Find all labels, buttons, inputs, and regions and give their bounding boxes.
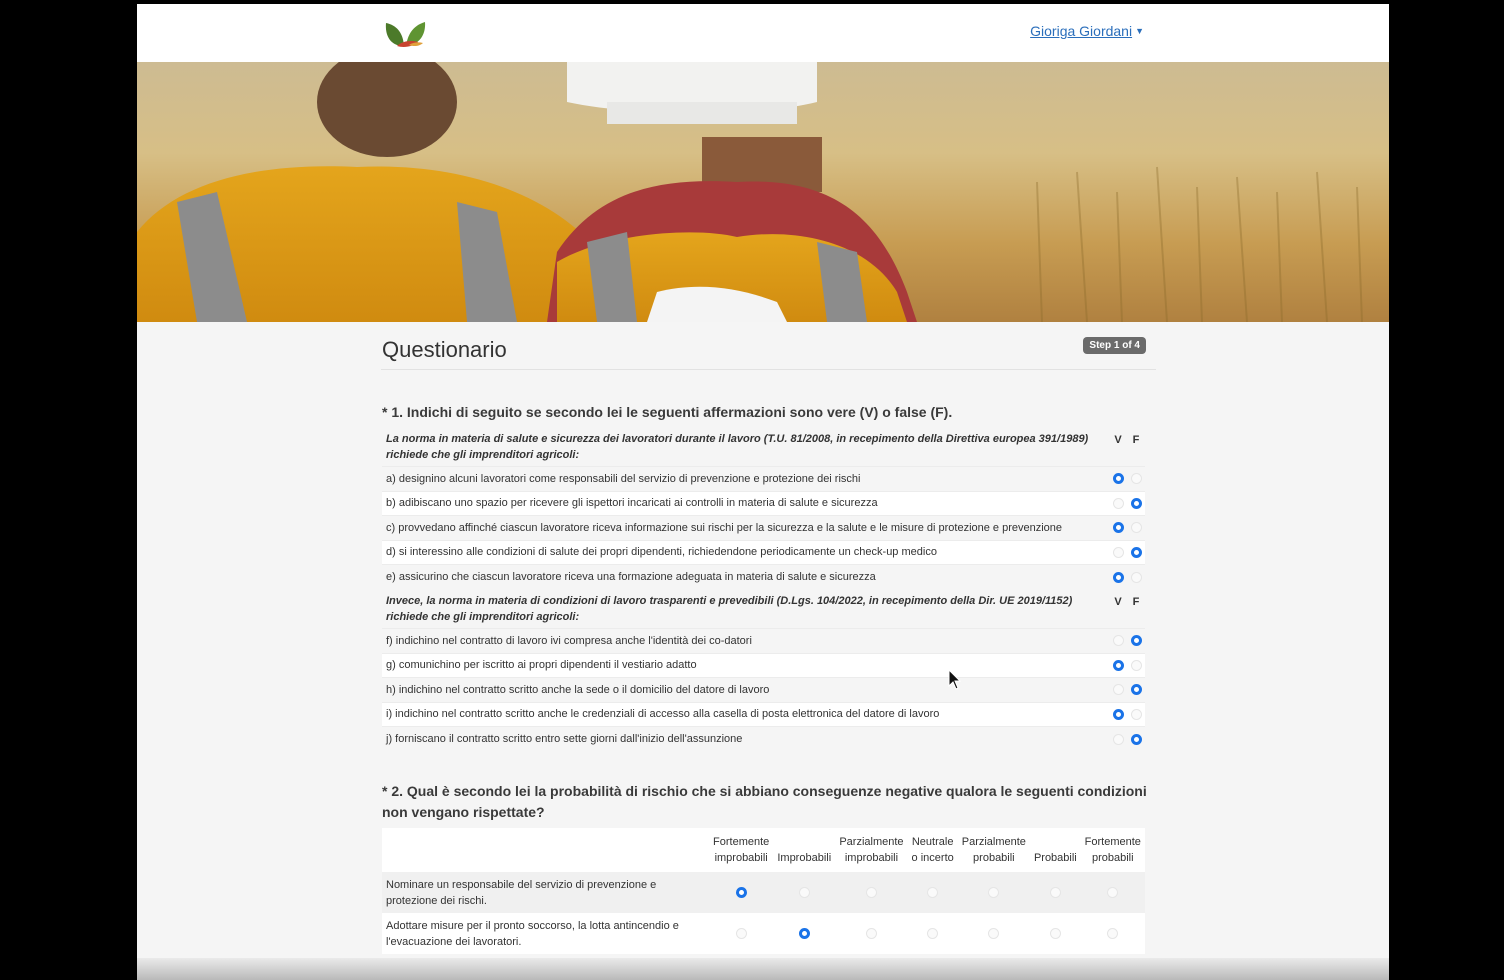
likert-radio[interactable] (1107, 887, 1119, 899)
footer-bar (137, 958, 1389, 980)
radio-v[interactable] (1112, 571, 1124, 583)
statement-text: g) comunichino per iscritto ai propri di… (386, 659, 697, 672)
radio-v[interactable] (1112, 546, 1124, 558)
likert-column-header: Neutrale o incerto (907, 828, 958, 872)
statement-row: h) indichino nel contratto scritto anche… (382, 677, 1145, 702)
user-menu[interactable]: Gioriga Giordani ▼ (1030, 23, 1144, 39)
likert-radio[interactable] (1049, 928, 1061, 940)
likert-column-header: Parzialmente improbabili (835, 828, 908, 872)
statement-row: a) designino alcuni lavoratori come resp… (382, 466, 1145, 491)
statement-row: j) forniscano il contratto scritto entro… (382, 726, 1145, 751)
column-f-label: F (1132, 434, 1140, 446)
statement-text: d) si interessino alle condizioni di sal… (386, 546, 937, 559)
statement-row: i) indichino nel contratto scritto anche… (382, 702, 1145, 727)
radio-f[interactable] (1130, 684, 1142, 696)
statement-row: g) comunichino per iscritto ai propri di… (382, 653, 1145, 678)
leaf-logo-icon[interactable] (383, 18, 427, 48)
likert-radio[interactable] (1049, 887, 1061, 899)
statement-row: e) assicurino che ciascun lavoratore ric… (382, 564, 1145, 589)
statement-row: d) si interessino alle condizioni di sal… (382, 540, 1145, 565)
likert-column-header: Fortemente improbabili (709, 828, 774, 872)
section-header: Invece, la norma in materia di condizion… (382, 589, 1145, 629)
browser-viewport: Gioriga Giordani ▼ Questionario Step 1 o… (137, 4, 1389, 980)
question-1-title: * 1. Indichi di seguito se secondo lei l… (382, 404, 953, 420)
section-header: La norma in materia di salute e sicurezz… (382, 427, 1145, 467)
radio-f[interactable] (1130, 571, 1142, 583)
user-name: Gioriga Giordani (1030, 23, 1133, 39)
statement-text: c) provvedano affinché ciascun lavorator… (386, 521, 1063, 534)
statement-text: j) forniscano il contratto scritto entro… (386, 733, 743, 745)
column-f-label: F (1132, 596, 1140, 608)
hero-image (137, 62, 1389, 322)
likert-radio[interactable] (798, 887, 810, 899)
radio-v[interactable] (1112, 659, 1124, 671)
likert-column-header: Fortemente probabili (1080, 828, 1145, 872)
radio-f[interactable] (1130, 659, 1142, 671)
radio-v[interactable] (1112, 497, 1124, 509)
radio-f[interactable] (1130, 635, 1142, 647)
page-header: Questionario Step 1 of 4 (381, 322, 1156, 370)
radio-f[interactable] (1130, 473, 1142, 485)
navbar: Gioriga Giordani ▼ (137, 4, 1389, 62)
statement-row: b) adibiscano uno spazio per ricevere gl… (382, 491, 1145, 516)
likert-row: Adottare misure per il pronto soccorso, … (382, 913, 1145, 954)
likert-radio[interactable] (927, 887, 939, 899)
radio-v[interactable] (1112, 522, 1124, 534)
likert-column-header: Improbabili (773, 828, 836, 872)
radio-v[interactable] (1112, 684, 1124, 696)
statement-row: c) provvedano affinché ciascun lavorator… (382, 515, 1145, 540)
radio-v[interactable] (1112, 708, 1124, 720)
likert-row-label: Adottare misure per il pronto soccorso, … (386, 919, 679, 948)
likert-radio[interactable] (865, 928, 877, 940)
likert-radio[interactable] (988, 887, 1000, 899)
caret-down-icon: ▼ (1135, 26, 1144, 36)
section-header-text: La norma in materia di salute e sicurezz… (386, 433, 1089, 461)
likert-header-row: Fortemente improbabili Improbabili Parzia… (382, 828, 1145, 872)
column-v-label: V (1114, 596, 1122, 608)
radio-f[interactable] (1130, 522, 1142, 534)
question-2-title: * 2. Qual è secondo lei la probabilità d… (382, 783, 1147, 820)
likert-row: Nominare un responsabile del servizio di… (382, 872, 1145, 913)
hero-banner (137, 62, 1389, 322)
mouse-cursor-icon (948, 669, 962, 690)
radio-f[interactable] (1130, 708, 1142, 720)
likert-radio[interactable] (988, 928, 1000, 940)
radio-v[interactable] (1112, 733, 1124, 745)
radio-f[interactable] (1130, 546, 1142, 558)
likert-row-label: Nominare un responsabile del servizio di… (386, 878, 657, 907)
page-title: Questionario (382, 337, 507, 362)
radio-f[interactable] (1130, 733, 1142, 745)
radio-v[interactable] (1112, 473, 1124, 485)
question-2-likert-table: Fortemente improbabili Improbabili Parzia… (382, 828, 1145, 954)
statement-text: a) designino alcuni lavoratori come resp… (386, 472, 861, 485)
radio-v[interactable] (1112, 635, 1124, 647)
likert-column-header: Probabili (1030, 828, 1081, 872)
likert-radio[interactable] (735, 928, 747, 940)
statement-text: f) indichino nel contratto di lavoro ivi… (386, 634, 752, 647)
column-v-label: V (1114, 434, 1122, 446)
statement-text: e) assicurino che ciascun lavoratore ric… (386, 571, 876, 583)
likert-column-header: Parzialmente probabili (957, 828, 1031, 872)
likert-radio[interactable] (798, 928, 810, 940)
radio-f[interactable] (1130, 497, 1142, 509)
likert-radio[interactable] (735, 887, 747, 899)
likert-radio[interactable] (865, 887, 877, 899)
likert-radio[interactable] (927, 928, 939, 940)
statement-text: i) indichino nel contratto scritto anche… (386, 708, 940, 721)
statement-row: f) indichino nel contratto di lavoro ivi… (382, 628, 1145, 653)
likert-radio[interactable] (1107, 928, 1119, 940)
statement-text: b) adibiscano uno spazio per ricevere gl… (386, 497, 878, 510)
questionnaire-content: Questionario Step 1 of 4 * 1. Indichi di… (381, 322, 1156, 954)
statement-text: h) indichino nel contratto scritto anche… (386, 683, 770, 696)
step-badge: Step 1 of 4 (1083, 337, 1146, 354)
question-1-table: La norma in materia di salute e sicurezz… (382, 427, 1145, 751)
section-header-text: Invece, la norma in materia di condizion… (386, 595, 1073, 623)
